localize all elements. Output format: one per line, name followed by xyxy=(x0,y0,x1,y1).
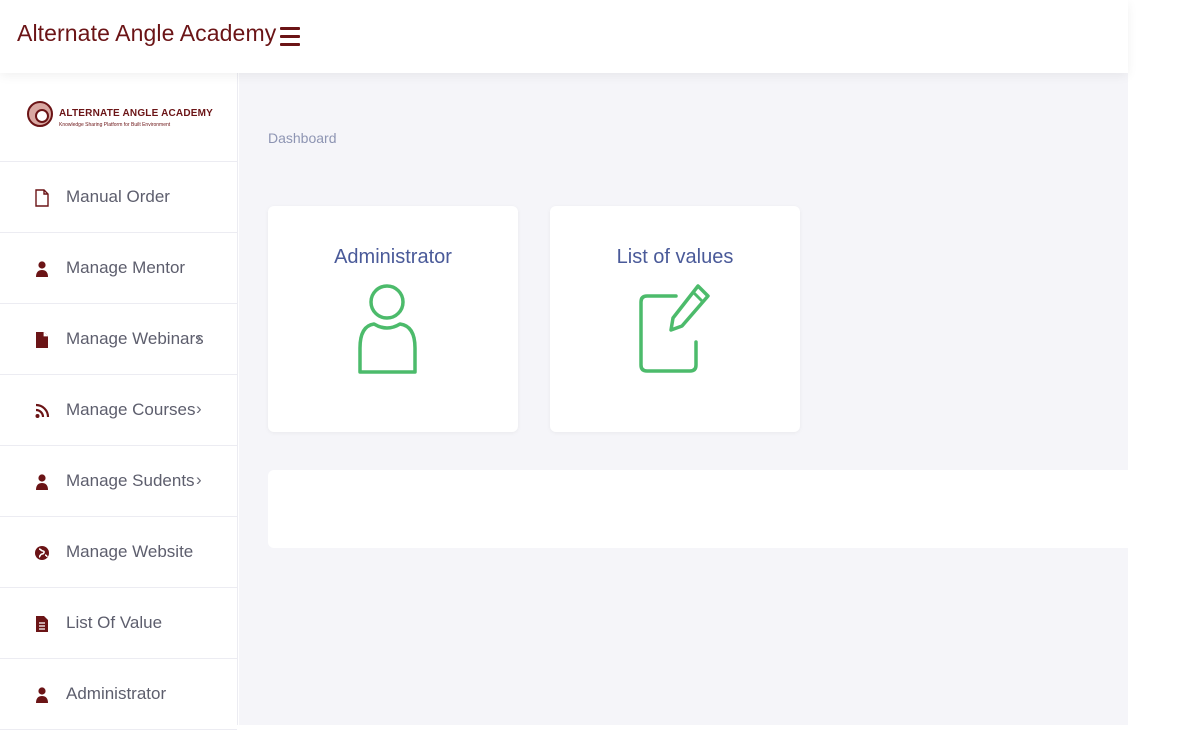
main-content: Dashboard Administrator List of values xyxy=(239,73,1128,725)
globe-icon xyxy=(35,546,49,560)
sidebar-item-administrator[interactable]: Administrator xyxy=(0,659,237,730)
sidebar-item-label: Administrator xyxy=(66,684,167,703)
file-text-icon xyxy=(36,616,48,632)
user-icon xyxy=(36,261,48,277)
hamburger-icon[interactable] xyxy=(280,27,300,46)
chevron-right-icon: › xyxy=(196,470,202,489)
file-icon xyxy=(36,332,48,348)
sidebar-item-label: Manage Sudents xyxy=(66,471,195,490)
user-icon xyxy=(36,687,48,703)
administrator-card[interactable]: Administrator xyxy=(268,206,518,432)
sidebar-item-manage-website[interactable]: Manage Website xyxy=(0,517,237,588)
brand-emblem-icon xyxy=(27,101,53,127)
sidebar-item-manage-mentor[interactable]: Manage Mentor xyxy=(0,233,237,304)
card-title: Administrator xyxy=(334,246,452,268)
sidebar-item-label: Manage Courses xyxy=(66,400,196,419)
sidebar-item-manual-order[interactable]: Manual Order xyxy=(0,162,237,233)
chevron-right-icon: › xyxy=(196,328,202,347)
brand-name: ALTERNATE ANGLE ACADEMY xyxy=(59,108,214,119)
app-title: Alternate Angle Academy xyxy=(17,20,277,46)
user-icon xyxy=(36,474,48,490)
content-panel xyxy=(268,470,1128,548)
brand-tagline: Knowledge Sharing Platform for Built Env… xyxy=(59,122,171,128)
edit-icon xyxy=(639,284,710,373)
breadcrumb[interactable]: Dashboard xyxy=(268,130,337,146)
sidebar-item-list-of-value[interactable]: List Of Value xyxy=(0,588,237,659)
sidebar-item-label: Manage Website xyxy=(66,542,194,561)
user-outline-icon xyxy=(358,284,417,374)
file-outline-icon xyxy=(35,189,49,207)
sidebar-item-label: Manage Mentor xyxy=(66,258,186,277)
list-of-values-card[interactable]: List of values xyxy=(550,206,800,432)
rss-icon xyxy=(35,403,50,418)
sidebar-item-manage-students[interactable]: Manage Sudents › xyxy=(0,446,237,517)
sidebar-item-label: Manage Webinars xyxy=(66,329,204,348)
sidebar-item-label: Manual Order xyxy=(66,187,170,206)
sidebar-item-manage-webinars[interactable]: Manage Webinars › xyxy=(0,304,237,375)
page-margin xyxy=(1128,0,1200,725)
sidebar-item-manage-courses[interactable]: Manage Courses › xyxy=(0,375,237,446)
chevron-right-icon: › xyxy=(196,399,202,418)
sidebar: ALTERNATE ANGLE ACADEMY Knowledge Sharin… xyxy=(0,73,238,730)
brand-logo-block[interactable]: ALTERNATE ANGLE ACADEMY Knowledge Sharin… xyxy=(0,73,237,162)
top-header: Alternate Angle Academy xyxy=(0,0,1128,73)
card-title: List of values xyxy=(616,246,734,268)
sidebar-item-label: List Of Value xyxy=(66,613,163,632)
